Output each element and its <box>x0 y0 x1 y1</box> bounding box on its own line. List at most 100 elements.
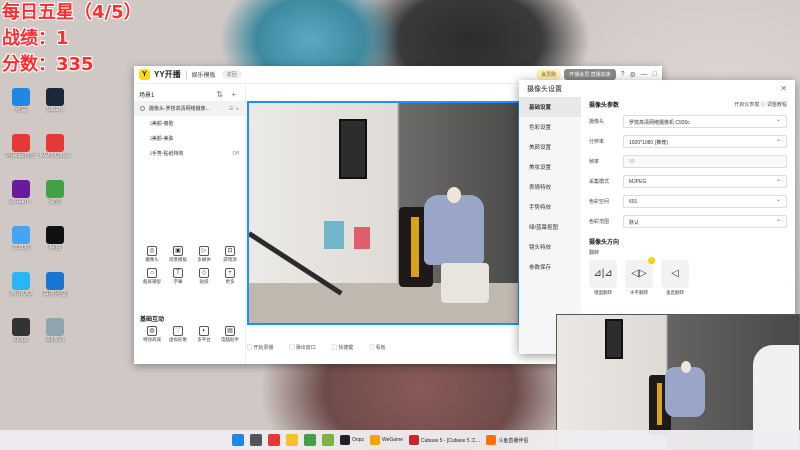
settings-nav-item[interactable]: 美颜设置 <box>519 137 581 157</box>
param-select[interactable]: 默认 <box>623 215 787 228</box>
preview-action-button[interactable]: 开始录播 <box>247 344 273 351</box>
source-item[interactable]: 摄像头-罗技高清网络摄像... ☰ ↘ <box>134 101 245 116</box>
desktop-icon-label: 腾讯QQ <box>10 291 32 297</box>
preview-action-button[interactable]: 看板 <box>369 344 386 351</box>
desktop-icon[interactable]: 网易云音乐 <box>4 134 38 160</box>
wall-poster <box>324 221 344 249</box>
streamer-legs <box>441 263 489 303</box>
settings-nav-item[interactable]: 基础设置 <box>519 97 581 117</box>
desktop-icon[interactable]: 抖音 <box>38 226 72 252</box>
settings-nav-item[interactable]: 绿/蓝幕抠图 <box>519 217 581 237</box>
tool-label: 虚拟形象 <box>169 337 187 342</box>
desktop-icon-label: 迅雷 <box>14 107 27 113</box>
mirror-option[interactable]: 开启仪表模 ⓘ 调整教程 <box>734 101 787 108</box>
desktop-icon[interactable]: Oopz <box>4 318 38 344</box>
yy-brand: YY开播 <box>154 70 181 79</box>
settings-nav-item[interactable]: 手势特效 <box>519 197 581 217</box>
param-row: 帧率 30 <box>589 154 787 169</box>
source-controls[interactable]: ☰ ↘ <box>229 106 239 112</box>
settings-nav-item[interactable]: 色彩设置 <box>519 117 581 137</box>
desktop-icon[interactable]: Steam <box>38 88 72 114</box>
tool-button[interactable]: ▤ 电脑助手 <box>217 326 243 343</box>
desktop-icon[interactable]: 迅雷 <box>4 88 38 114</box>
source-item[interactable]: ⟟ 手势-贴纸特效 Off <box>134 146 245 161</box>
tool-button[interactable]: ◐ 多平台 <box>191 326 217 343</box>
flip-button[interactable]: ⊿|⊿ <box>589 260 617 288</box>
desktop-icon[interactable]: 微信 <box>38 180 72 206</box>
camera-preview[interactable] <box>247 101 520 325</box>
settings-nav-item[interactable]: 表情特效 <box>519 177 581 197</box>
flip-icon: ◁ <box>671 268 679 279</box>
preview-action-button[interactable]: 快捷键 <box>332 344 353 351</box>
start-menu-icon[interactable] <box>232 434 244 446</box>
param-select[interactable]: 1920*1080 (推荐) <box>623 135 787 148</box>
taskbar-app[interactable]: 斗鱼直播伴侣 <box>486 435 528 445</box>
camera-settings-dialog: 摄像头设置 ✕ 基础设置 色彩设置 美颜设置 美妆设置 表情特效 手势特效 绿/蓝幕抠图 镜头… <box>519 80 795 354</box>
desktop-icon[interactable]: Stream... <box>4 180 38 206</box>
open-member-button[interactable]: 开播会员 直播加速 <box>564 69 616 80</box>
tool-button[interactable]: ◎ 摄像头 <box>139 246 165 263</box>
source-item[interactable]: ⟟ 美颜-瘦脸 <box>134 116 245 131</box>
settings-nav-item[interactable]: 美妆设置 <box>519 157 581 177</box>
tool-button[interactable]: ⌂ 截屏捕捉 <box>139 268 165 285</box>
flip-button[interactable]: ◁ <box>661 260 689 288</box>
source-controls[interactable]: Off <box>232 151 239 157</box>
chrome-icon[interactable] <box>304 434 316 446</box>
scene-controls[interactable]: ⇅ + <box>216 90 239 99</box>
preview-action-button[interactable]: 弹出窗口 <box>289 344 316 351</box>
scene-title[interactable]: 场景1 <box>139 90 154 99</box>
flip-button[interactable]: ◁▷ ✓ <box>625 257 655 288</box>
app-icon <box>12 88 30 106</box>
tool-button[interactable]: ▷ 多媒体 <box>191 246 217 263</box>
visibility-icon[interactable] <box>140 106 145 111</box>
param-label: 帧率 <box>589 159 600 165</box>
app-icon <box>46 318 64 336</box>
maximize-icon[interactable]: □ <box>653 71 657 78</box>
mode-label[interactable]: 娱乐模板 <box>192 70 216 79</box>
source-list: 摄像头-罗技高清网络摄像... ☰ ↘ ⟟ 美颜-瘦脸 ⟟ 美颜-美肤 ⟟ 手势-贴纸特效 Of… <box>134 101 245 161</box>
folder-icon[interactable] <box>286 434 298 446</box>
desktop-icon[interactable]: WPS Office <box>38 134 72 160</box>
app-icon <box>46 226 64 244</box>
desktop-icon[interactable]: 计算机 <box>4 226 38 252</box>
settings-nav-item[interactable]: 参数保存 <box>519 257 581 277</box>
settings-nav-item[interactable]: 镜头特效 <box>519 237 581 257</box>
taskbar-app[interactable]: Oopz <box>340 435 364 445</box>
tool-button[interactable]: ♡ 虚拟形象 <box>165 326 191 343</box>
back-button[interactable]: 返回 <box>221 70 242 79</box>
desktop-icon[interactable]: 百度网盘 <box>38 272 72 298</box>
param-row: 摄像头 罗技高清网络摄像机 C930c <box>589 114 787 129</box>
taskbar-app[interactable]: Cubase 5 - [Cubase 5 工... <box>408 435 480 445</box>
minimize-icon[interactable]: — <box>641 71 648 78</box>
help-icon[interactable]: ? <box>621 71 625 78</box>
tool-icon: ◐ <box>199 326 209 336</box>
overlay-daily-stars: 每日五星（4/5） <box>2 2 142 23</box>
vip-button[interactable]: 会员购 <box>536 69 562 80</box>
flip-label: 水平翻转 <box>630 290 648 295</box>
scene-panel: 场景1 ⇅ + 摄像头-罗技高清网络摄像... ☰ ↘ ⟟ 美颜-瘦脸 ⟟ 美颜-美肤 ⟟ 手… <box>134 84 246 364</box>
tool-button[interactable]: ◇ 贴纸 <box>191 268 217 285</box>
param-select[interactable]: MJPEG <box>623 175 787 188</box>
search-icon[interactable] <box>250 434 262 446</box>
desktop-icon[interactable]: 腾讯QQ <box>4 272 38 298</box>
tool-button[interactable]: ⊡ 游戏源 <box>217 246 243 263</box>
tool-icon: ◍ <box>147 326 157 336</box>
settings-icon[interactable]: ⚙ <box>629 71 635 79</box>
flip-label: 镜面翻转 <box>594 290 612 295</box>
param-row: 色彩范围 默认 <box>589 214 787 229</box>
tool-button[interactable]: + 更多 <box>217 268 243 285</box>
tool-button[interactable]: ◍ 特效商城 <box>139 326 165 343</box>
source-item[interactable]: ⟟ 美颜-美肤 <box>134 131 245 146</box>
desktop-icon[interactable]: 回收站 <box>38 318 72 344</box>
taskbar-app[interactable]: WeGame <box>369 435 403 445</box>
param-select[interactable]: 601 <box>623 195 787 208</box>
param-select[interactable]: 罗技高清网络摄像机 C930c <box>623 115 787 128</box>
wechat-icon[interactable] <box>322 434 334 446</box>
param-label: 摄像头 <box>589 119 605 125</box>
tool-icon: ▷ <box>199 246 209 256</box>
tool-label: 更多 <box>225 279 235 284</box>
close-icon[interactable]: ✕ <box>780 84 787 93</box>
tool-button[interactable]: ▣ 场景模板 <box>165 246 191 263</box>
tool-button[interactable]: T 字幕 <box>165 268 191 285</box>
wps-icon[interactable] <box>268 434 280 446</box>
